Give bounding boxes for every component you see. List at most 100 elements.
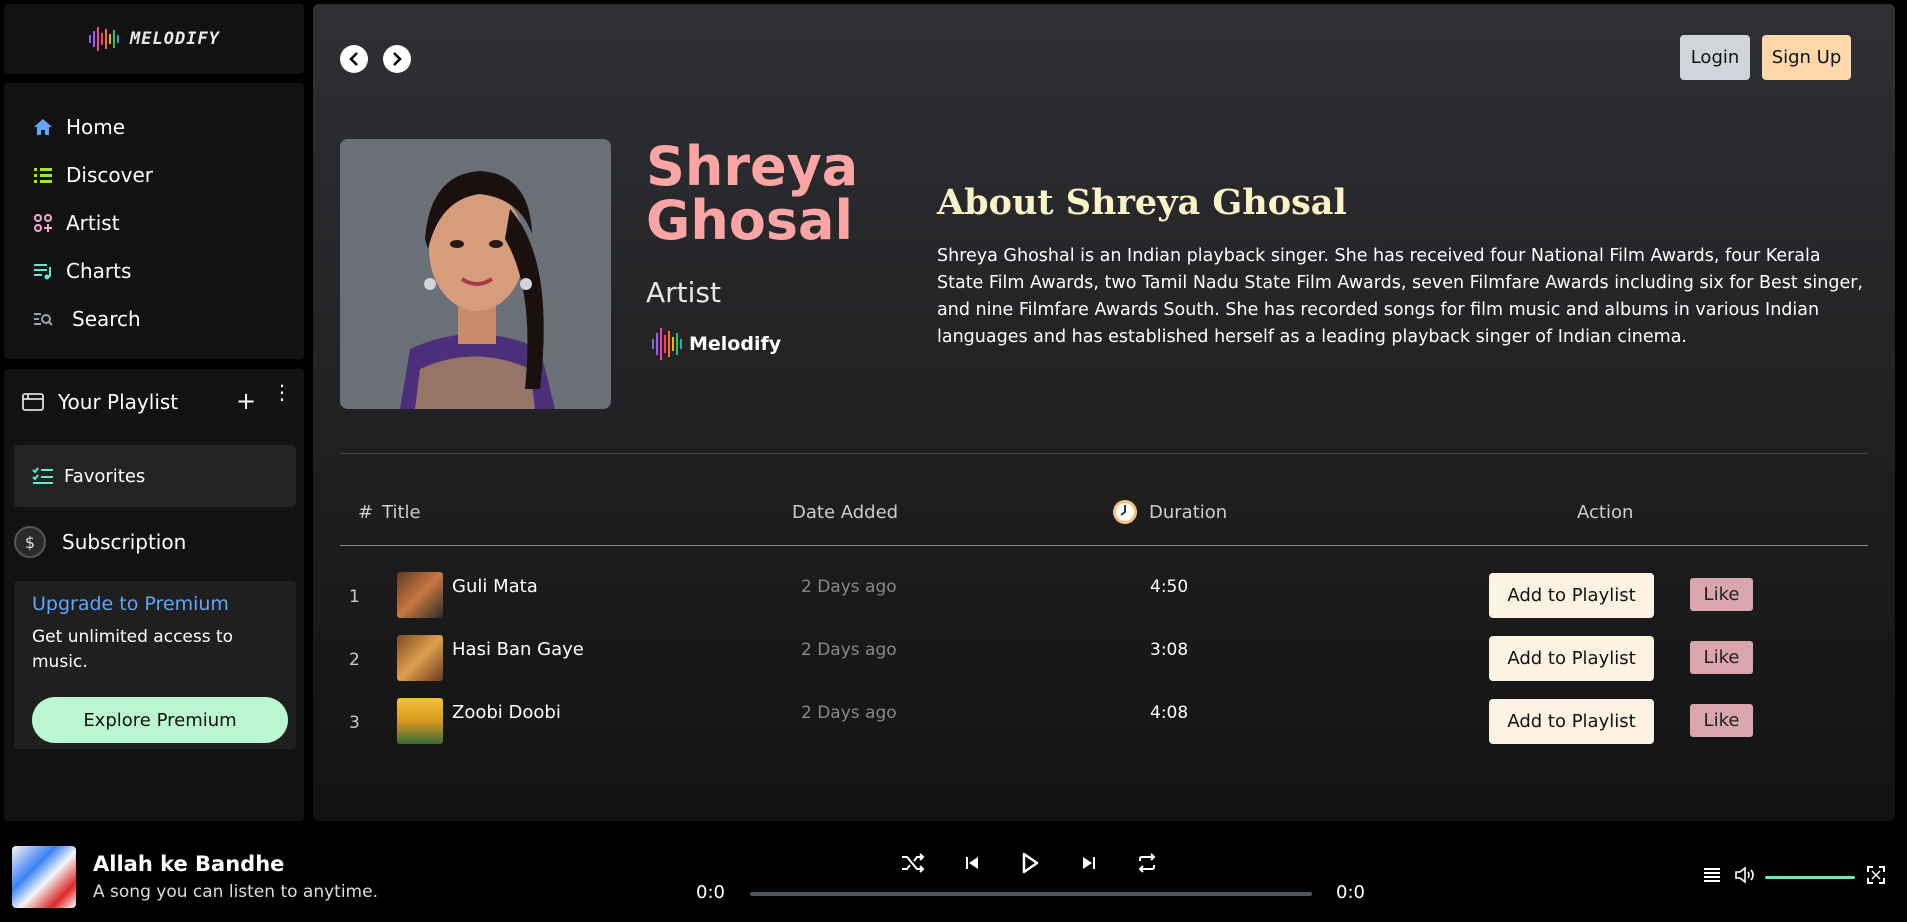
volume-icon[interactable] (1734, 866, 1756, 888)
artist-name-line: Ghosal (646, 189, 853, 252)
like-button[interactable]: Like (1690, 704, 1753, 737)
upgrade-title: Upgrade to Premium (32, 593, 229, 615)
add-to-playlist-button[interactable]: Add to Playlist (1489, 636, 1654, 681)
date-added: 2 Days ago (801, 577, 897, 597)
dollar-coin-icon: $ (14, 526, 46, 558)
song-thumbnail (397, 698, 443, 744)
like-button[interactable]: Like (1690, 578, 1753, 611)
date-added: 2 Days ago (801, 703, 897, 723)
song-thumbnail (397, 572, 443, 618)
repeat-button[interactable] (1134, 850, 1160, 876)
sidebar-item-label: Charts (66, 259, 132, 283)
date-added: 2 Days ago (801, 640, 897, 660)
song-title[interactable]: Zoobi Doobi (452, 702, 561, 723)
fullscreen-icon[interactable] (1867, 866, 1885, 888)
soundwave-logo-icon (89, 27, 120, 51)
sidebar-item-charts[interactable]: Charts (4, 247, 304, 295)
artist-photo (340, 139, 611, 409)
play-icon (1022, 852, 1039, 874)
more-vertical-icon[interactable]: ⋮ (272, 382, 292, 402)
skip-back-icon (966, 857, 978, 869)
music-list-icon (32, 260, 54, 282)
divider (340, 453, 1868, 454)
playlist-panel: Your Playlist + ⋮ Favorites $ Subscripti… (4, 369, 304, 821)
about-title: About Shreya Ghosal (937, 182, 1347, 223)
queue-icon[interactable] (1703, 866, 1721, 888)
total-time: 0:0 (1336, 882, 1365, 903)
chevron-right-icon (393, 52, 402, 66)
sidebar-item-label: Home (66, 115, 126, 139)
volume-slider[interactable] (1765, 876, 1855, 879)
song-title[interactable]: Hasi Ban Gaye (452, 639, 584, 660)
signup-button[interactable]: Sign Up (1762, 35, 1851, 80)
app-name: MELODIFY (130, 29, 220, 49)
search-list-icon (32, 308, 54, 330)
brand-label: Melodify (689, 333, 782, 355)
sidebar-item-label: Artist (66, 211, 120, 235)
back-button[interactable] (340, 45, 368, 73)
subscription-link[interactable]: $ Subscription (14, 526, 186, 558)
clock-icon (1112, 499, 1138, 529)
playlist-header: Your Playlist + ⋮ (4, 369, 304, 435)
row-number: 3 (349, 713, 360, 733)
login-button[interactable]: Login (1680, 35, 1750, 80)
main-content: Login Sign Up Shreya Ghosal Artist Melod… (313, 4, 1895, 821)
plus-icon[interactable]: + (236, 387, 256, 415)
forward-button[interactable] (383, 45, 411, 73)
col-header-duration: Duration (1149, 502, 1228, 523)
upgrade-text: Get unlimited access to music. (32, 627, 234, 672)
sidebar-item-search[interactable]: Search (4, 295, 304, 343)
playlist-favorites[interactable]: Favorites (14, 445, 296, 507)
add-to-playlist-button[interactable]: Add to Playlist (1489, 573, 1654, 618)
sidebar-item-discover[interactable]: Discover (4, 151, 304, 199)
artist-icon (32, 212, 54, 234)
next-button[interactable] (1076, 850, 1102, 876)
song-title[interactable]: Guli Mata (452, 576, 538, 597)
artist-name: Shreya Ghosal (646, 140, 858, 248)
song-duration: 3:08 (1150, 640, 1189, 660)
list-icon (32, 164, 54, 186)
playlist-title: Your Playlist (58, 390, 179, 414)
chevron-left-icon (349, 52, 358, 66)
explore-premium-button[interactable]: Explore Premium (32, 697, 288, 743)
shuffle-icon (902, 853, 925, 873)
sidebar-nav: Home Discover Artist Charts Search (4, 83, 304, 359)
favorites-label: Favorites (64, 465, 146, 487)
about-text: Shreya Ghoshal is an Indian playback sin… (937, 246, 1863, 347)
current-time: 0:0 (696, 882, 725, 903)
artist-role: Artist (646, 276, 721, 309)
row-number: 2 (349, 650, 360, 670)
subscription-label: Subscription (62, 530, 187, 554)
progress-bar[interactable] (750, 892, 1312, 896)
previous-button[interactable] (959, 850, 985, 876)
play-button[interactable] (1017, 850, 1043, 876)
skip-forward-icon (1083, 857, 1095, 869)
now-playing-thumbnail (12, 846, 76, 908)
sidebar-item-label: Discover (66, 163, 153, 187)
checklist-icon (32, 467, 54, 485)
artist-name-line: Shreya (646, 135, 859, 198)
home-icon (32, 116, 54, 138)
app-logo[interactable]: MELODIFY (4, 4, 304, 74)
like-button[interactable]: Like (1690, 641, 1753, 674)
sidebar-item-artist[interactable]: Artist (4, 199, 304, 247)
song-thumbnail (397, 635, 443, 681)
library-icon (22, 392, 44, 412)
divider (340, 545, 1868, 546)
upgrade-card: Upgrade to Premium Get unlimited access … (14, 581, 296, 749)
soundwave-logo-icon (652, 328, 682, 360)
col-header-action: Action (1577, 502, 1634, 523)
add-to-playlist-button[interactable]: Add to Playlist (1489, 699, 1654, 744)
song-duration: 4:08 (1150, 703, 1189, 723)
repeat-icon (1138, 853, 1156, 873)
player-bar: Allah ke Bandhe A song you can listen to… (0, 830, 1907, 922)
sidebar-item-home[interactable]: Home (4, 103, 304, 151)
shuffle-button[interactable] (900, 850, 926, 876)
sidebar-item-label: Search (72, 307, 141, 331)
row-number: 1 (349, 587, 360, 607)
now-playing-title: Allah ke Bandhe (93, 852, 285, 876)
col-header-date: Date Added (792, 502, 899, 523)
artist-brand: Melodify (651, 326, 781, 362)
col-header-title: Title (382, 502, 421, 523)
now-playing-subtitle: A song you can listen to anytime. (93, 882, 378, 902)
